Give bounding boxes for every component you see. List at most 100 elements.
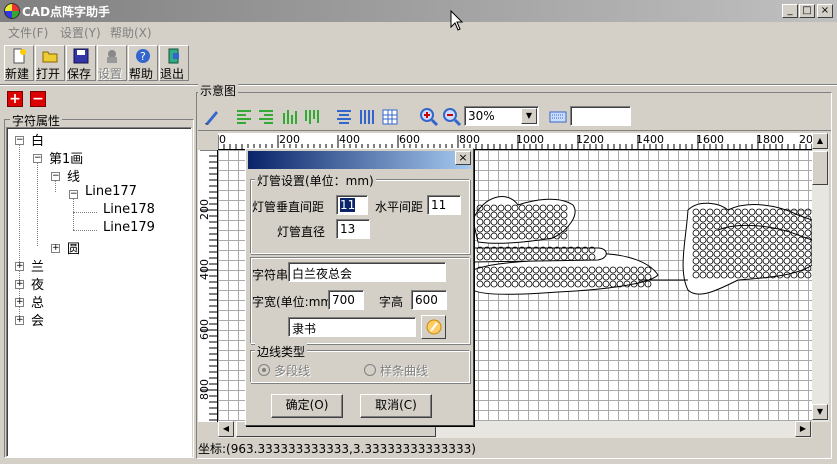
align-center-icon[interactable] — [334, 107, 354, 127]
zoom-in-icon[interactable] — [419, 107, 439, 127]
distribute-bottom-icon[interactable] — [280, 107, 300, 127]
spline-label: 样条曲线 — [380, 364, 429, 378]
tree-node-line178[interactable]: Line178 — [103, 202, 155, 217]
zoom-out-icon[interactable] — [442, 107, 462, 127]
keyboard-icon[interactable] — [548, 107, 568, 127]
scroll-thumb-vertical[interactable] — [812, 151, 828, 185]
save-button[interactable]: 保存 — [66, 45, 96, 81]
lamp-settings-group: 灯管设置(单位：mm) — [250, 172, 470, 254]
horizontal-spacing-label: 水平间距 — [375, 200, 424, 214]
expander-circle[interactable]: + — [51, 244, 60, 253]
ruler-v-label: 600 — [198, 319, 211, 340]
align-left-icon[interactable] — [234, 107, 254, 127]
tree-node-circle[interactable]: 圆 — [67, 238, 80, 257]
chevron-down-icon[interactable]: ▼ — [521, 108, 537, 124]
settings-icon — [107, 50, 117, 63]
ok-button[interactable]: 确定(O) — [271, 394, 343, 418]
scroll-right-icon[interactable]: ▶ — [795, 421, 811, 437]
tree-node-char2[interactable]: 兰 — [31, 256, 44, 275]
ruler-h-label: 1200 — [576, 133, 604, 146]
vertical-spacing-field[interactable]: 11 — [336, 195, 368, 215]
vertical-scrollbar[interactable]: ▲ ▼ — [812, 133, 829, 422]
font-field[interactable]: 隶书 — [288, 317, 416, 337]
ruler-h-label: 1400 — [636, 133, 664, 146]
coords-readout: 坐标:(963.333333333333,3.33333333333333) — [198, 442, 476, 456]
width-field[interactable]: 700 — [328, 290, 364, 310]
menu-help[interactable]: 帮助(X) — [110, 24, 152, 41]
scroll-left-icon[interactable]: ◀ — [218, 421, 234, 437]
status-bar: 坐标:(963.333333333333,3.33333333333333) — [196, 438, 832, 458]
text-input[interactable] — [570, 106, 631, 126]
scroll-up-icon[interactable]: ▲ — [812, 133, 828, 149]
ruler-h-label: 1000 — [516, 133, 544, 146]
diameter-field[interactable]: 13 — [336, 219, 370, 239]
new-button[interactable]: 新建 — [4, 45, 34, 81]
cancel-button[interactable]: 取消(C) — [360, 394, 432, 418]
dialog-title-bar[interactable] — [248, 151, 471, 169]
zoom-select[interactable]: 30% ▼ — [464, 106, 539, 126]
remove-char-button[interactable]: − — [30, 91, 46, 107]
expander-char1[interactable]: − — [15, 136, 24, 145]
dialog-close-button[interactable]: × — [455, 151, 471, 165]
tree-node-stroke1[interactable]: 第1画 — [49, 148, 83, 167]
new-file-icon — [13, 48, 26, 64]
minimize-button[interactable]: _ — [782, 4, 798, 18]
tree-node-char3[interactable]: 夜 — [31, 274, 44, 293]
vertical-spacing-label: 灯管垂直间距 — [252, 200, 325, 214]
diameter-label: 灯管直径 — [277, 225, 326, 239]
distribute-top-icon[interactable] — [302, 107, 322, 127]
ruler-h-label: 20 — [799, 133, 812, 146]
zoom-value: 30% — [468, 109, 495, 123]
tree-node-char1[interactable]: 白 — [31, 130, 44, 149]
polyline-radio[interactable] — [258, 364, 270, 376]
menu-file[interactable]: 文件(F) — [8, 24, 48, 41]
string-field[interactable]: 白兰夜总会 — [288, 262, 446, 282]
folder-open-icon — [42, 51, 58, 63]
char-tree[interactable]: − 白 − 第1画 − 线 − Line177 Line178 Line179 … — [6, 127, 192, 457]
expander-stroke1[interactable]: − — [33, 154, 42, 163]
height-label: 字高 — [379, 295, 404, 309]
exit-door-icon — [168, 48, 179, 64]
ruler-v-label: 200 — [198, 199, 211, 220]
add-char-button[interactable]: + — [7, 91, 23, 107]
close-button[interactable]: × — [817, 4, 833, 18]
align-right-icon[interactable] — [256, 107, 276, 127]
open-button[interactable]: 打开 — [35, 45, 65, 81]
border-type-title: 边线类型 — [255, 343, 308, 360]
grid-icon[interactable] — [380, 107, 400, 127]
tree-node-line177[interactable]: Line177 — [85, 184, 137, 199]
exit-button[interactable]: 退出 — [159, 45, 189, 81]
tree-node-line[interactable]: 线 — [67, 166, 80, 185]
title-bar — [0, 0, 837, 22]
ruler-h-label: 0 — [219, 133, 226, 146]
ruler-v-label: 400 — [198, 259, 211, 280]
horizontal-spacing-field[interactable]: 11 — [427, 195, 461, 215]
help-button[interactable]: ? 帮助 — [128, 45, 158, 81]
settings-button[interactable]: 设置 — [97, 45, 127, 81]
tree-node-char4[interactable]: 总 — [31, 292, 44, 311]
polyline-label: 多段线 — [274, 364, 311, 378]
font-picker-button[interactable] — [421, 315, 446, 339]
maximize-button[interactable]: □ — [799, 4, 815, 18]
tree-node-char5[interactable]: 会 — [31, 310, 44, 329]
svg-text:?: ? — [140, 50, 146, 63]
expander-char5[interactable]: + — [15, 316, 24, 325]
spline-radio[interactable] — [364, 364, 376, 376]
expander-char2[interactable]: + — [15, 262, 24, 271]
expander-char4[interactable]: + — [15, 298, 24, 307]
menu-settings[interactable]: 设置(Y) — [60, 24, 101, 41]
expander-line[interactable]: − — [51, 172, 60, 181]
expander-char3[interactable]: + — [15, 280, 24, 289]
lamp-settings-title: 灯管设置(单位：mm) — [255, 172, 376, 189]
pencil-icon[interactable] — [202, 107, 222, 127]
ruler-vertical: 200 400 600 800 — [198, 150, 218, 422]
vertical-lines-icon[interactable] — [357, 107, 377, 127]
ruler-h-label: 1600 — [696, 133, 724, 146]
height-field[interactable]: 600 — [411, 290, 447, 310]
scroll-down-icon[interactable]: ▼ — [812, 404, 828, 420]
expander-line177[interactable]: − — [69, 190, 78, 199]
ruler-h-label: 400 — [339, 133, 360, 146]
tree-node-line179[interactable]: Line179 — [103, 220, 155, 235]
window-title: CAD点阵字助手 — [22, 5, 111, 19]
ruler-v-label: 800 — [198, 379, 211, 400]
